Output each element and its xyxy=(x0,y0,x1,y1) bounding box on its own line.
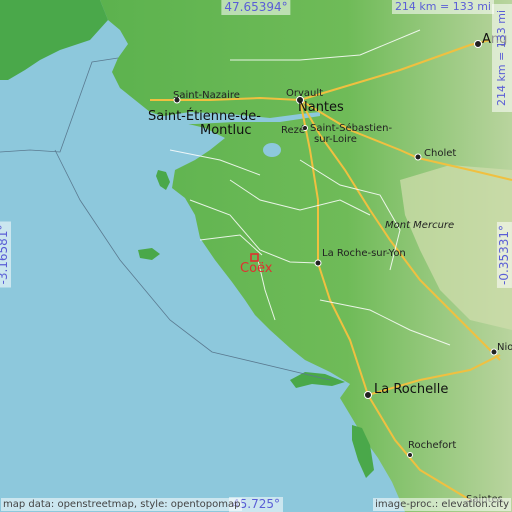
attribution-image-proc: image-proc.: elevation.city xyxy=(373,498,511,511)
map-canvas xyxy=(0,0,512,512)
place-label-saint-nazaire: Saint-Nazaire xyxy=(173,90,240,101)
scale-label-top: 214 km = 133 mi xyxy=(391,0,494,14)
place-label-nantes: Nantes xyxy=(298,100,344,115)
attribution-map-data: map data: openstreetmap, style: opentopo… xyxy=(1,498,243,511)
place-label-saint-sebastien-2: sur-Loire xyxy=(314,134,357,145)
place-label-saint-sebastien-1: Saint-Sébastien- xyxy=(310,123,393,134)
highlight-label: Coëx xyxy=(240,261,273,276)
map-view[interactable]: Saint-Nazaire Orvault Nantes Saint-Étien… xyxy=(0,0,512,512)
scale-label-right: 214 km = 133 mi xyxy=(492,4,512,112)
place-label-orvault: Orvault xyxy=(286,88,324,99)
place-label-reze: Rezé xyxy=(281,125,306,136)
coordinate-top: 47.65394° xyxy=(221,0,291,15)
place-label-la-rochelle: La Rochelle xyxy=(374,382,449,397)
lake-grand-lieu xyxy=(263,143,281,157)
place-label-niort: Nio xyxy=(497,342,512,353)
place-label-mont-mercure: Mont Mercure xyxy=(385,220,455,231)
coordinate-left: -3.16581° xyxy=(0,221,11,288)
place-label-saint-etienne: Saint-Étienne-de- xyxy=(148,109,261,124)
coordinate-right: -0.35331° xyxy=(497,222,512,288)
place-label-cholet: Cholet xyxy=(424,148,457,159)
place-label-montluc: Montluc xyxy=(200,123,252,138)
place-label-la-roche: La Roche-sur-Yon xyxy=(322,248,406,259)
place-label-rochefort: Rochefort xyxy=(408,440,457,451)
